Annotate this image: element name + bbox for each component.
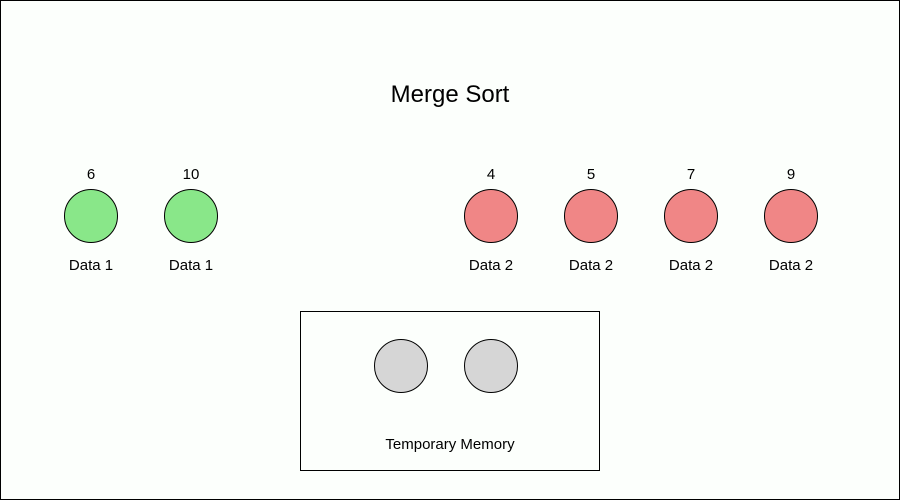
data2-node-label: Data 2 <box>469 257 513 274</box>
data2-node-label: Data 2 <box>669 257 713 274</box>
data2-node-label: Data 2 <box>569 257 613 274</box>
data2-node-value: 7 <box>687 166 695 183</box>
diagram-title: Merge Sort <box>391 81 510 109</box>
data2-node <box>564 189 618 243</box>
temp-slot <box>374 339 428 393</box>
data2-node <box>464 189 518 243</box>
data1-node-label: Data 1 <box>69 257 113 274</box>
temp-memory-label: Temporary Memory <box>385 436 514 453</box>
data1-node-value: 10 <box>183 166 200 183</box>
data1-node <box>64 189 118 243</box>
data2-node-value: 5 <box>587 166 595 183</box>
data2-node-value: 9 <box>787 166 795 183</box>
data2-node <box>664 189 718 243</box>
data2-node-label: Data 2 <box>769 257 813 274</box>
data2-node-value: 4 <box>487 166 495 183</box>
temp-slot <box>464 339 518 393</box>
data1-node-label: Data 1 <box>169 257 213 274</box>
data1-node-value: 6 <box>87 166 95 183</box>
data2-node <box>764 189 818 243</box>
data1-node <box>164 189 218 243</box>
